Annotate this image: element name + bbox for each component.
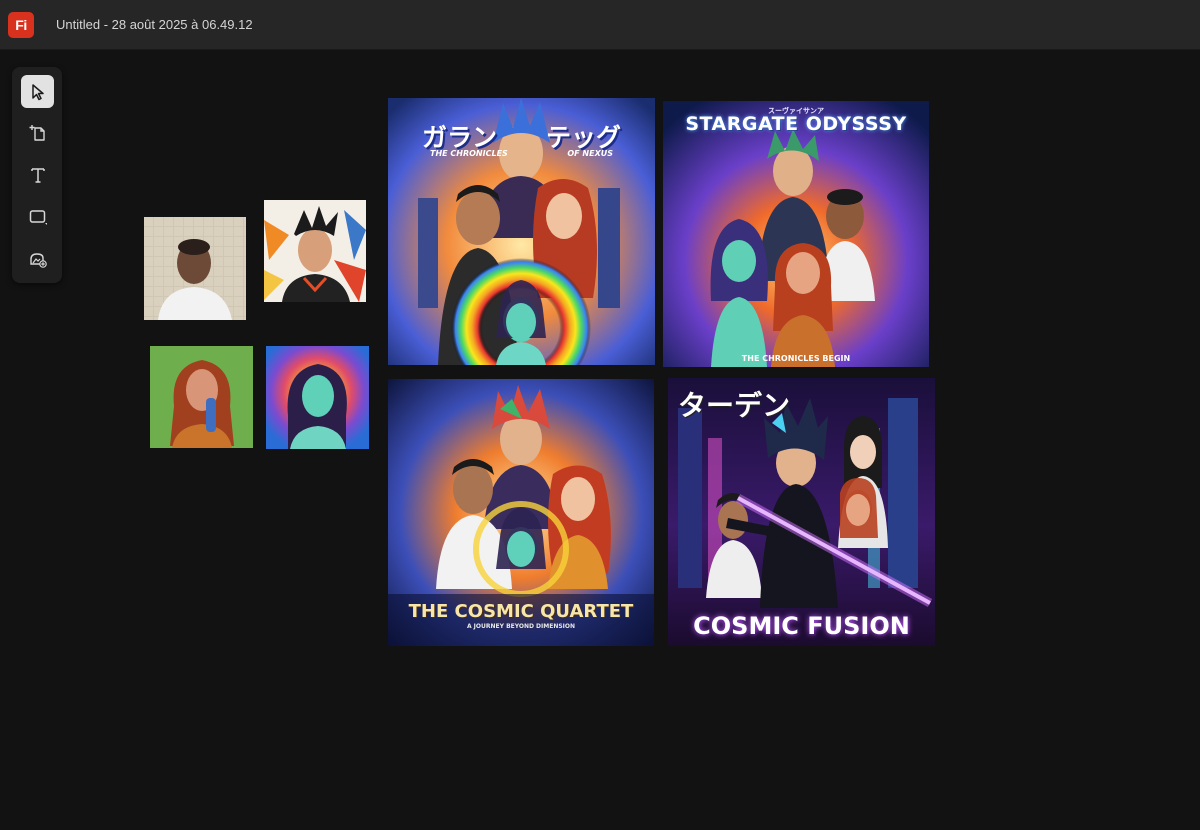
poster-subtitle-right: OF NEXUS bbox=[567, 149, 613, 158]
photo-woman-red-hair[interactable] bbox=[150, 346, 253, 448]
photo-man[interactable] bbox=[144, 217, 246, 320]
poster-subtitle: A JOURNEY BEYOND DIMENSION bbox=[466, 623, 576, 630]
poster-title: STARGATE ODYSSSY bbox=[685, 113, 907, 135]
poster-cosmic-fusion[interactable]: ターデン COSMIC FUSION bbox=[668, 378, 935, 646]
portrait-photo-image bbox=[150, 346, 253, 448]
shape-tool-button[interactable] bbox=[21, 200, 54, 233]
image-edit-tool-button[interactable] bbox=[21, 242, 54, 275]
rectangle-shape-icon bbox=[29, 209, 47, 225]
poster-title: COSMIC FUSION bbox=[693, 612, 910, 640]
poster-cosmic-quartet[interactable]: THE COSMIC QUARTET A JOURNEY BEYOND DIME… bbox=[388, 379, 654, 646]
text-tool-button[interactable] bbox=[21, 158, 54, 191]
title-bar: Fi Untitled - 28 août 2025 à 06.49.12 bbox=[0, 0, 1200, 50]
portrait-photo-image bbox=[144, 217, 246, 320]
poster-chronicles-of-nexus[interactable]: ガラン テッグ THE CHRONICLES OF NEXUS bbox=[388, 98, 655, 365]
portrait-illustration-image bbox=[264, 200, 366, 302]
poster-subtitle: THE CHRONICLES OF NEXUS bbox=[388, 149, 655, 158]
poster-stargate-odyssey[interactable]: スーヴァイサンア STARGATE ODYSSSY THE CHRONICLES… bbox=[663, 101, 929, 367]
poster-subtitle: THE CHRONICLES BEGIN bbox=[741, 354, 851, 363]
portrait-illustration-image bbox=[266, 346, 369, 449]
image-sparkle-icon bbox=[29, 252, 47, 268]
photo-stylized-man[interactable] bbox=[264, 200, 366, 302]
poster-subtitle-left: THE CHRONICLES bbox=[430, 149, 508, 158]
poster-artwork bbox=[663, 101, 929, 367]
tool-palette bbox=[12, 67, 62, 283]
document-title[interactable]: Untitled - 28 août 2025 à 06.49.12 bbox=[56, 17, 253, 32]
generate-image-tool-button[interactable] bbox=[21, 116, 54, 149]
photo-stylized-girl[interactable] bbox=[266, 346, 369, 449]
poster-title: THE COSMIC QUARTET bbox=[408, 601, 634, 622]
poster-jp-title: ターデン bbox=[678, 389, 791, 422]
app-logo[interactable]: Fi bbox=[8, 12, 34, 38]
text-T-icon bbox=[30, 167, 45, 183]
select-tool-button[interactable] bbox=[21, 75, 54, 108]
add-page-icon bbox=[29, 124, 45, 141]
pointer-arrow-icon bbox=[31, 83, 44, 100]
